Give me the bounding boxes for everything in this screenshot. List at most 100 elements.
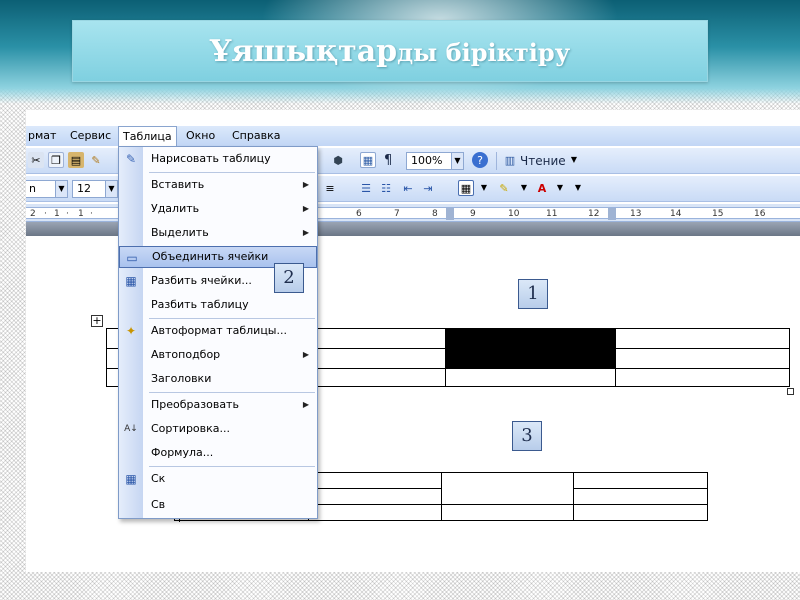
callout-2: 2 [274, 263, 304, 293]
submenu-arrow-icon: ▶ [302, 204, 309, 213]
font-size-combo[interactable]: 12 ▼ [72, 180, 118, 198]
menu-help[interactable]: Справка [228, 126, 284, 146]
toolbar-separator [496, 152, 497, 170]
table-cell[interactable] [573, 472, 708, 489]
submenu-arrow-icon: ▶ [302, 180, 309, 189]
ruler-label: 10 [508, 209, 520, 219]
ruler-label: · [90, 209, 93, 219]
menu-service[interactable]: Сервис [66, 126, 115, 146]
menu-item-insert[interactable]: Вставить ▶ [119, 174, 317, 196]
menu-item-properties[interactable]: Св [119, 494, 317, 516]
increase-indent-icon[interactable]: ⇥ [420, 180, 436, 196]
indent-marker[interactable] [446, 208, 454, 220]
style-combo[interactable]: n ▼ [26, 180, 68, 198]
toolbar-options-chevron-icon[interactable]: ▼ [566, 152, 582, 168]
ruler-label: 13 [630, 209, 642, 219]
menu-format[interactable]: рмат [26, 126, 60, 146]
ruler-label: 16 [754, 209, 766, 219]
ruler-label: · [44, 209, 47, 219]
table-cell[interactable] [615, 368, 790, 387]
chevron-down-icon[interactable]: ▼ [516, 180, 532, 196]
decrease-indent-icon[interactable]: ⇤ [400, 180, 416, 196]
selected-cell[interactable] [445, 328, 617, 349]
title-box: Ұяшықтарды біріктіру [72, 20, 708, 82]
menu-item-label: Разбить таблицу [151, 298, 249, 311]
menu-item-sort[interactable]: А↓ Сортировка... [119, 418, 317, 440]
menu-item-label: Преобразовать [151, 398, 239, 411]
submenu-arrow-icon: ▶ [302, 400, 309, 409]
chevron-down-icon[interactable]: ▼ [552, 180, 568, 196]
menu-item-formula[interactable]: Формула... [119, 442, 317, 464]
pencil-icon: ✎ [125, 152, 137, 166]
table-cell[interactable] [315, 328, 447, 349]
menu-item-select[interactable]: Выделить ▶ [119, 222, 317, 244]
ruler-label: 15 [712, 209, 724, 219]
ruler-label: 9 [470, 209, 476, 219]
menu-item-autoformat[interactable]: ✦ Автоформат таблицы... [119, 320, 317, 342]
menu-table[interactable]: Таблица [118, 126, 177, 146]
table-cell[interactable] [615, 348, 790, 369]
paragraph-mark-icon[interactable]: ¶ [384, 151, 392, 171]
toolbar-options-chevron-icon[interactable]: ▼ [570, 180, 586, 196]
slide-title: Ұяшықтарды біріктіру [210, 34, 570, 69]
table-cell[interactable] [307, 504, 443, 521]
drawing-icon[interactable]: ⬢ [330, 152, 346, 168]
table-cell[interactable] [307, 472, 443, 489]
table-cell[interactable] [315, 348, 447, 369]
table-cell[interactable] [615, 328, 790, 349]
zoom-combo[interactable]: 100% ▼ [406, 152, 464, 170]
ruler-label: · [66, 209, 69, 219]
numbered-list-icon[interactable]: ☰ [358, 180, 374, 196]
menu-item-autofit[interactable]: Автоподбор ▶ [119, 344, 317, 366]
table-cell[interactable] [315, 368, 447, 387]
table-resize-handle[interactable] [787, 388, 794, 395]
table-move-handle-icon[interactable]: + [91, 315, 103, 327]
table-cell[interactable] [573, 504, 708, 521]
table-cell[interactable] [445, 368, 617, 387]
menu-item-headings[interactable]: Заголовки [119, 368, 317, 390]
cut-icon[interactable]: ✂ [28, 152, 44, 168]
highlight-icon[interactable]: ✎ [496, 180, 512, 196]
word-screenshot: рмат Сервис Таблица Окно Справка ✂ ❐ ▤ ✎… [26, 110, 800, 572]
reading-book-icon[interactable]: ▥ [502, 152, 518, 168]
help-icon[interactable]: ? [472, 152, 488, 168]
reading-mode-button[interactable]: Чтение [520, 151, 566, 171]
merged-cell[interactable] [441, 472, 575, 505]
menu-separator [149, 318, 315, 319]
split-cells-icon: ▦ [125, 274, 137, 288]
paste-icon[interactable]: ▤ [68, 152, 84, 168]
chevron-down-icon[interactable]: ▼ [55, 181, 67, 197]
menu-window[interactable]: Окно [182, 126, 219, 146]
chevron-down-icon[interactable]: ▼ [451, 153, 463, 169]
ruler-label: 11 [546, 209, 558, 219]
font-size-value: 12 [77, 182, 91, 195]
submenu-arrow-icon: ▶ [302, 350, 309, 359]
table-cell[interactable] [441, 504, 575, 521]
grid-icon: ▦ [125, 472, 137, 486]
column-marker[interactable] [608, 208, 616, 220]
chevron-down-icon[interactable]: ▼ [476, 180, 492, 196]
menu-item-label: Удалить [151, 202, 200, 215]
copy-icon[interactable]: ❐ [48, 152, 64, 168]
style-value: n [29, 182, 36, 195]
menu-item-delete[interactable]: Удалить ▶ [119, 198, 317, 220]
menu-item-label: Выделить [151, 226, 209, 239]
table-cell[interactable] [307, 488, 443, 505]
submenu-arrow-icon: ▶ [302, 228, 309, 237]
menu-item-label: Разбить ячейки... [151, 274, 252, 287]
menu-item-convert[interactable]: Преобразовать ▶ [119, 394, 317, 416]
menu-item-hide-gridlines[interactable]: ▦ Ск [119, 468, 317, 490]
bulleted-list-icon[interactable]: ☷ [378, 180, 394, 196]
borders-icon[interactable]: ▦ [458, 180, 474, 196]
chevron-down-icon[interactable]: ▼ [105, 181, 117, 197]
table-cell[interactable] [573, 488, 708, 505]
document-map-icon[interactable]: ▦ [360, 152, 376, 168]
menu-item-draw-table[interactable]: ✎ Нарисовать таблицу [119, 148, 317, 170]
ruler-label: 1 [54, 209, 60, 219]
format-painter-icon[interactable]: ✎ [88, 152, 104, 168]
align-justify-icon[interactable]: ≡ [322, 180, 338, 196]
menu-item-split-table[interactable]: Разбить таблицу [119, 294, 317, 316]
menu-item-label: Нарисовать таблицу [151, 152, 271, 165]
font-color-icon[interactable]: A [534, 180, 550, 196]
selected-cell[interactable] [445, 348, 617, 369]
